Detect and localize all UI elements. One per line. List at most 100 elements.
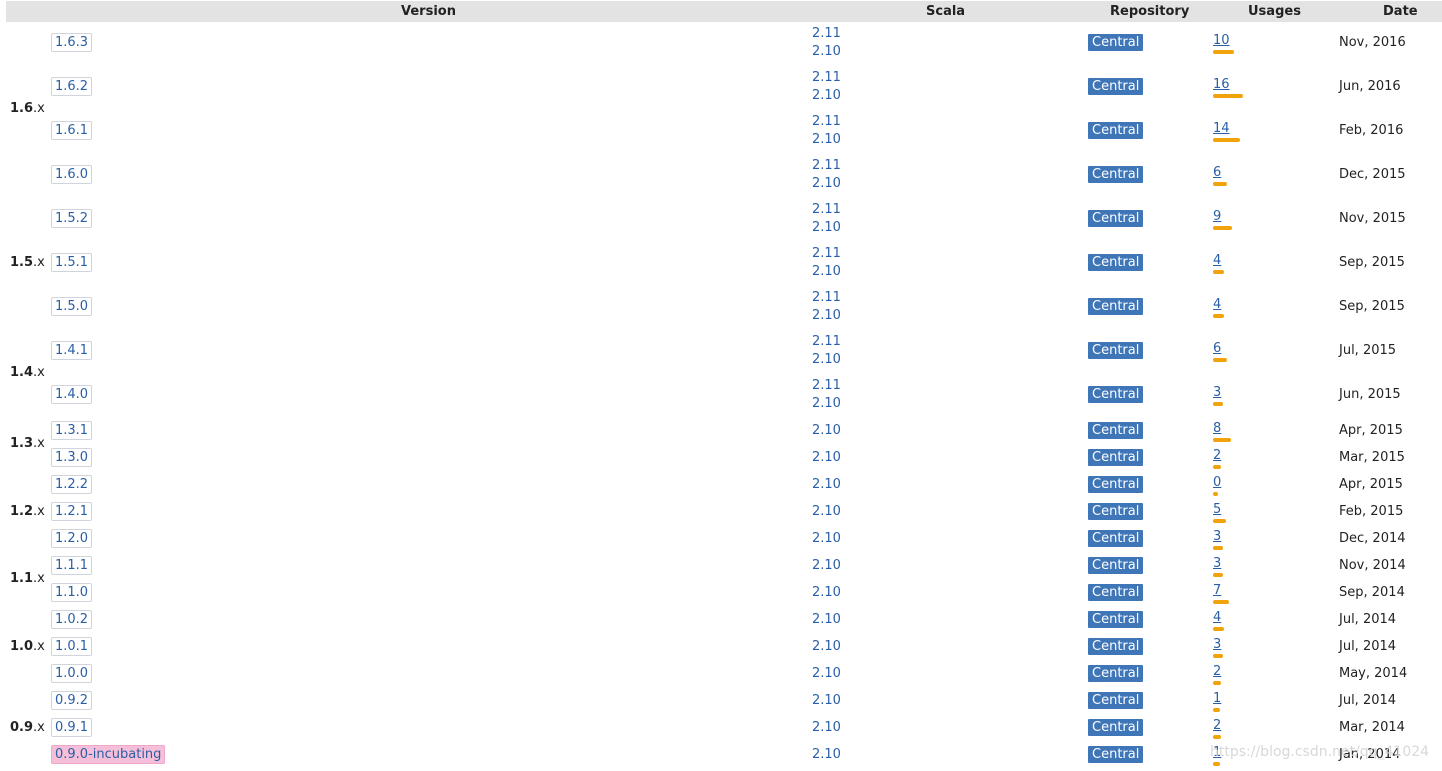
scala-version-link[interactable]: 2.10 (812, 503, 841, 521)
version-link[interactable]: 1.3.0 (51, 448, 93, 467)
repository-badge[interactable]: Central (1088, 638, 1144, 655)
scala-version-link[interactable]: 2.10 (812, 557, 841, 575)
usages-link[interactable]: 1 (1213, 691, 1221, 706)
version-link[interactable]: 0.9.1 (51, 718, 93, 737)
scala-version-link[interactable]: 2.10 (812, 422, 841, 440)
header-date[interactable]: Date (1383, 4, 1418, 19)
usages-link[interactable]: 3 (1213, 385, 1221, 400)
usages-link[interactable]: 16 (1213, 77, 1230, 92)
scala-version-link[interactable]: 2.10 (812, 611, 841, 629)
scala-version-link[interactable]: 2.10 (812, 584, 841, 602)
repository-badge[interactable]: Central (1088, 692, 1144, 709)
repository-badge[interactable]: Central (1088, 584, 1144, 601)
scala-version-link[interactable]: 2.10 (812, 530, 841, 548)
scala-version-link[interactable]: 2.10 (812, 476, 841, 494)
version-link[interactable]: 1.6.0 (51, 165, 93, 184)
scala-version-link[interactable]: 2.10 (812, 719, 841, 737)
repository-badge[interactable]: Central (1088, 449, 1144, 466)
scala-version-link[interactable]: 2.11 (812, 69, 841, 87)
repository-badge[interactable]: Central (1088, 422, 1144, 439)
repository-badge[interactable]: Central (1088, 530, 1144, 547)
version-link[interactable]: 1.2.1 (51, 502, 93, 521)
scala-version-link[interactable]: 2.10 (812, 175, 841, 193)
version-link[interactable]: 1.5.0 (51, 297, 93, 316)
header-scala[interactable]: Scala (926, 4, 965, 19)
scala-version-link[interactable]: 2.11 (812, 333, 841, 351)
repository-badge[interactable]: Central (1088, 254, 1144, 271)
scala-version-link[interactable]: 2.10 (812, 395, 841, 413)
version-link[interactable]: 1.0.1 (51, 637, 93, 656)
version-link[interactable]: 1.1.1 (51, 556, 93, 575)
repository-badge[interactable]: Central (1088, 611, 1144, 628)
version-link[interactable]: 1.0.0 (51, 664, 93, 683)
scala-version-link[interactable]: 2.10 (812, 219, 841, 237)
usages-link[interactable]: 2 (1213, 448, 1221, 463)
version-link[interactable]: 0.9.0-incubating (51, 745, 166, 764)
version-link[interactable]: 1.6.2 (51, 77, 93, 96)
usages-link[interactable]: 14 (1213, 121, 1230, 136)
scala-version-link[interactable]: 2.11 (812, 201, 841, 219)
header-repository[interactable]: Repository (1110, 4, 1189, 19)
usages-link[interactable]: 8 (1213, 421, 1221, 436)
repository-badge[interactable]: Central (1088, 342, 1144, 359)
usages-link[interactable]: 3 (1213, 529, 1221, 544)
usages-link[interactable]: 7 (1213, 583, 1221, 598)
repository-badge[interactable]: Central (1088, 746, 1144, 763)
usages-link[interactable]: 4 (1213, 297, 1221, 312)
scala-version-link[interactable]: 2.10 (812, 43, 841, 61)
scala-version-link[interactable]: 2.10 (812, 746, 841, 764)
repository-badge[interactable]: Central (1088, 34, 1144, 51)
repository-badge[interactable]: Central (1088, 557, 1144, 574)
version-link[interactable]: 1.4.1 (51, 341, 93, 360)
repository-badge[interactable]: Central (1088, 476, 1144, 493)
scala-version-link[interactable]: 2.10 (812, 449, 841, 467)
header-version[interactable]: Version (401, 4, 456, 19)
scala-version-link[interactable]: 2.11 (812, 113, 841, 131)
scala-version-link[interactable]: 2.11 (812, 245, 841, 263)
version-link[interactable]: 1.5.2 (51, 209, 93, 228)
version-link[interactable]: 1.0.2 (51, 610, 93, 629)
scala-version-link[interactable]: 2.11 (812, 289, 841, 307)
header-usages[interactable]: Usages (1248, 4, 1301, 19)
usages-link[interactable]: 0 (1213, 475, 1221, 490)
usages-link[interactable]: 9 (1213, 209, 1221, 224)
usages-link[interactable]: 10 (1213, 33, 1230, 48)
version-link[interactable]: 0.9.2 (51, 691, 93, 710)
usages-link[interactable]: 6 (1213, 341, 1221, 356)
repository-badge[interactable]: Central (1088, 210, 1144, 227)
scala-version-link[interactable]: 2.10 (812, 351, 841, 369)
repository-badge[interactable]: Central (1088, 665, 1144, 682)
scala-version-link[interactable]: 2.11 (812, 157, 841, 175)
repository-badge[interactable]: Central (1088, 166, 1144, 183)
version-link[interactable]: 1.6.3 (51, 33, 93, 52)
usages-link[interactable]: 4 (1213, 253, 1221, 268)
usages-link[interactable]: 5 (1213, 502, 1221, 517)
usages-link[interactable]: 4 (1213, 610, 1221, 625)
version-link[interactable]: 1.2.0 (51, 529, 93, 548)
scala-version-link[interactable]: 2.10 (812, 131, 841, 149)
repository-badge[interactable]: Central (1088, 78, 1144, 95)
scala-version-link[interactable]: 2.10 (812, 307, 841, 325)
version-link[interactable]: 1.2.2 (51, 475, 93, 494)
usages-link[interactable]: 3 (1213, 637, 1221, 652)
scala-version-link[interactable]: 2.10 (812, 692, 841, 710)
repository-badge[interactable]: Central (1088, 503, 1144, 520)
scala-version-link[interactable]: 2.10 (812, 87, 841, 105)
scala-version-link[interactable]: 2.11 (812, 377, 841, 395)
scala-version-link[interactable]: 2.10 (812, 665, 841, 683)
usages-link[interactable]: 2 (1213, 664, 1221, 679)
usages-link[interactable]: 2 (1213, 718, 1221, 733)
repository-badge[interactable]: Central (1088, 719, 1144, 736)
scala-version-link[interactable]: 2.10 (812, 638, 841, 656)
usages-link[interactable]: 3 (1213, 556, 1221, 571)
usages-link[interactable]: 6 (1213, 165, 1221, 180)
version-link[interactable]: 1.4.0 (51, 385, 93, 404)
scala-version-link[interactable]: 2.10 (812, 263, 841, 281)
scala-version-link[interactable]: 2.11 (812, 25, 841, 43)
version-link[interactable]: 1.1.0 (51, 583, 93, 602)
version-link[interactable]: 1.6.1 (51, 121, 93, 140)
repository-badge[interactable]: Central (1088, 298, 1144, 315)
repository-badge[interactable]: Central (1088, 122, 1144, 139)
version-link[interactable]: 1.5.1 (51, 253, 93, 272)
version-link[interactable]: 1.3.1 (51, 421, 93, 440)
